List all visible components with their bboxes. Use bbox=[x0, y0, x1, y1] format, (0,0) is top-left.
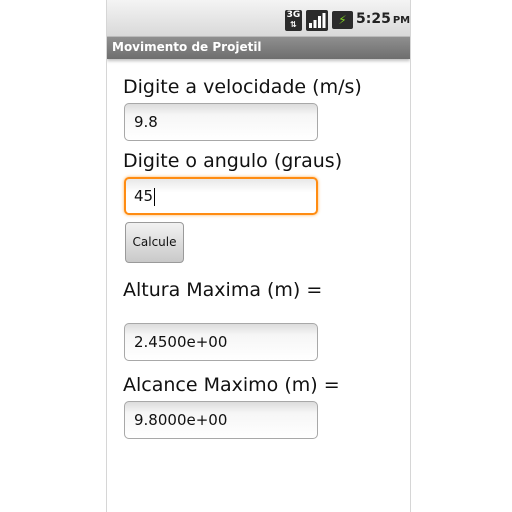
phone-screen: 3G ⇅ ⚡ 5:25 PM Movimento de Projetil Digi… bbox=[106, 0, 411, 512]
text-cursor bbox=[154, 187, 156, 206]
max-height-value: 2.4500e+00 bbox=[134, 333, 228, 351]
network-type-label: 3G bbox=[286, 10, 301, 20]
max-height-label: Altura Maxima (m) = bbox=[123, 279, 323, 301]
app-title-bar: Movimento de Projetil bbox=[107, 37, 410, 59]
network-3g-icon: 3G ⇅ bbox=[285, 10, 302, 31]
status-clock: 5:25 PM bbox=[356, 11, 410, 27]
app-title: Movimento de Projetil bbox=[112, 40, 262, 54]
max-range-field[interactable]: 9.8000e+00 bbox=[124, 401, 318, 439]
status-bar: 3G ⇅ ⚡ 5:25 PM bbox=[107, 0, 410, 37]
battery-charging-icon: ⚡ bbox=[332, 11, 353, 29]
signal-strength-icon bbox=[306, 10, 328, 31]
velocity-input[interactable]: 9.8 bbox=[124, 103, 318, 141]
max-height-field[interactable]: 2.4500e+00 bbox=[124, 323, 318, 361]
velocity-label: Digite a velocidade (m/s) bbox=[123, 76, 362, 98]
max-range-value: 9.8000e+00 bbox=[134, 411, 228, 429]
velocity-input-value: 9.8 bbox=[134, 113, 158, 131]
clock-time: 5:25 bbox=[356, 11, 391, 27]
clock-ampm: PM bbox=[392, 15, 411, 26]
screen: 3G ⇅ ⚡ 5:25 PM Movimento de Projetil Digi… bbox=[0, 0, 512, 512]
calculate-button[interactable]: Calcule bbox=[125, 222, 184, 263]
angle-label: Digite o angulo (graus) bbox=[123, 150, 343, 172]
angle-input[interactable]: 45 bbox=[124, 177, 318, 215]
angle-input-value: 45 bbox=[134, 187, 154, 205]
data-arrows-icon: ⇅ bbox=[290, 20, 297, 29]
max-range-label: Alcance Maximo (m) = bbox=[123, 374, 340, 396]
